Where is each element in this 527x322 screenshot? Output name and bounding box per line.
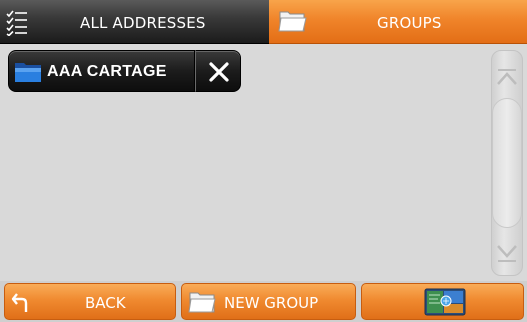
back-button[interactable]: BACK <box>4 283 176 320</box>
back-arrow-icon <box>11 293 28 312</box>
bottom-toolbar: BACK NEW GROUP <box>0 281 527 322</box>
scroll-to-top-icon[interactable] <box>495 56 519 96</box>
folder-icon <box>188 292 216 313</box>
folder-icon <box>15 63 41 82</box>
new-group-button[interactable]: NEW GROUP <box>181 283 356 320</box>
list-item: AAA CARTAGE <box>8 50 241 92</box>
address-book-screen: ALL ADDRESSES GROUPS AAA CARTAGE BACK NE… <box>0 0 527 322</box>
group-item-aaa-cartage[interactable]: AAA CARTAGE <box>8 50 195 92</box>
checklist-icon <box>6 10 27 36</box>
scroll-to-bottom-icon[interactable] <box>495 234 519 270</box>
close-icon <box>209 62 229 82</box>
new-group-label: NEW GROUP <box>224 294 319 312</box>
map-button[interactable] <box>361 283 524 320</box>
tab-all-addresses[interactable]: ALL ADDRESSES <box>0 0 269 44</box>
map-icon <box>424 288 466 316</box>
group-name: AAA CARTAGE <box>47 63 167 80</box>
tab-groups[interactable]: GROUPS <box>269 0 527 44</box>
tab-groups-label: GROUPS <box>377 14 442 32</box>
scrollbar[interactable] <box>491 50 523 276</box>
scroll-thumb[interactable] <box>492 98 522 228</box>
folder-icon <box>278 11 307 32</box>
tab-all-addresses-label: ALL ADDRESSES <box>80 14 206 32</box>
remove-group-button[interactable] <box>195 50 241 92</box>
back-label: BACK <box>85 294 126 312</box>
